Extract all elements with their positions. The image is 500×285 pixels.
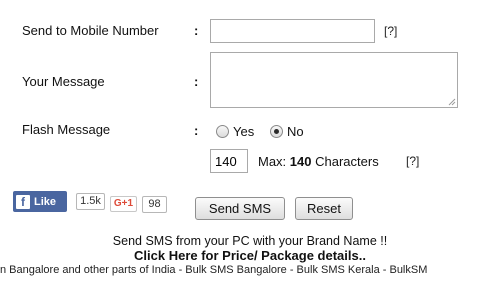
flash-message-colon: : [194, 123, 199, 138]
max-value: 140 [289, 154, 312, 169]
message-colon: : [194, 74, 199, 89]
google-plus-count: 98 [142, 196, 167, 213]
marquee-text[interactable]: n Bangalore and other parts of India - B… [0, 264, 500, 276]
resize-grip-icon[interactable] [448, 98, 456, 106]
facebook-like-label: Like [34, 195, 57, 208]
send-sms-button[interactable]: Send SMS [195, 197, 285, 220]
mobile-number-colon: : [194, 23, 199, 38]
google-plus-button[interactable]: G+1 [110, 196, 137, 212]
reset-button[interactable]: Reset [295, 197, 353, 220]
max-suffix: Characters [315, 154, 379, 169]
tagline: Send SMS from your PC with your Brand Na… [112, 234, 388, 248]
flash-no-label[interactable]: No [287, 124, 304, 139]
flash-no-option[interactable]: No [270, 123, 304, 141]
char-count-help-link[interactable]: [?] [406, 154, 419, 168]
price-package-link[interactable]: Click Here for Price/ Package details.. [0, 248, 500, 263]
char-count-field [210, 149, 248, 173]
facebook-like-button[interactable]: f Like [13, 191, 67, 212]
flash-no-radio[interactable] [270, 125, 283, 139]
flash-yes-option[interactable]: Yes [216, 123, 254, 141]
message-label: Your Message [22, 74, 105, 89]
flash-yes-radio[interactable] [216, 125, 229, 139]
mobile-number-label: Send to Mobile Number [22, 23, 159, 38]
facebook-icon: f [16, 194, 30, 209]
flash-message-label: Flash Message [22, 122, 111, 137]
mobile-number-help-link[interactable]: [?] [384, 24, 397, 38]
mobile-number-input[interactable] [210, 19, 375, 43]
facebook-like-count: 1.5k [76, 193, 105, 210]
max-prefix: Max: [258, 154, 287, 169]
message-textarea[interactable] [210, 52, 458, 108]
max-characters-text: Max: 140 Characters [258, 154, 379, 169]
flash-yes-label[interactable]: Yes [233, 124, 254, 139]
